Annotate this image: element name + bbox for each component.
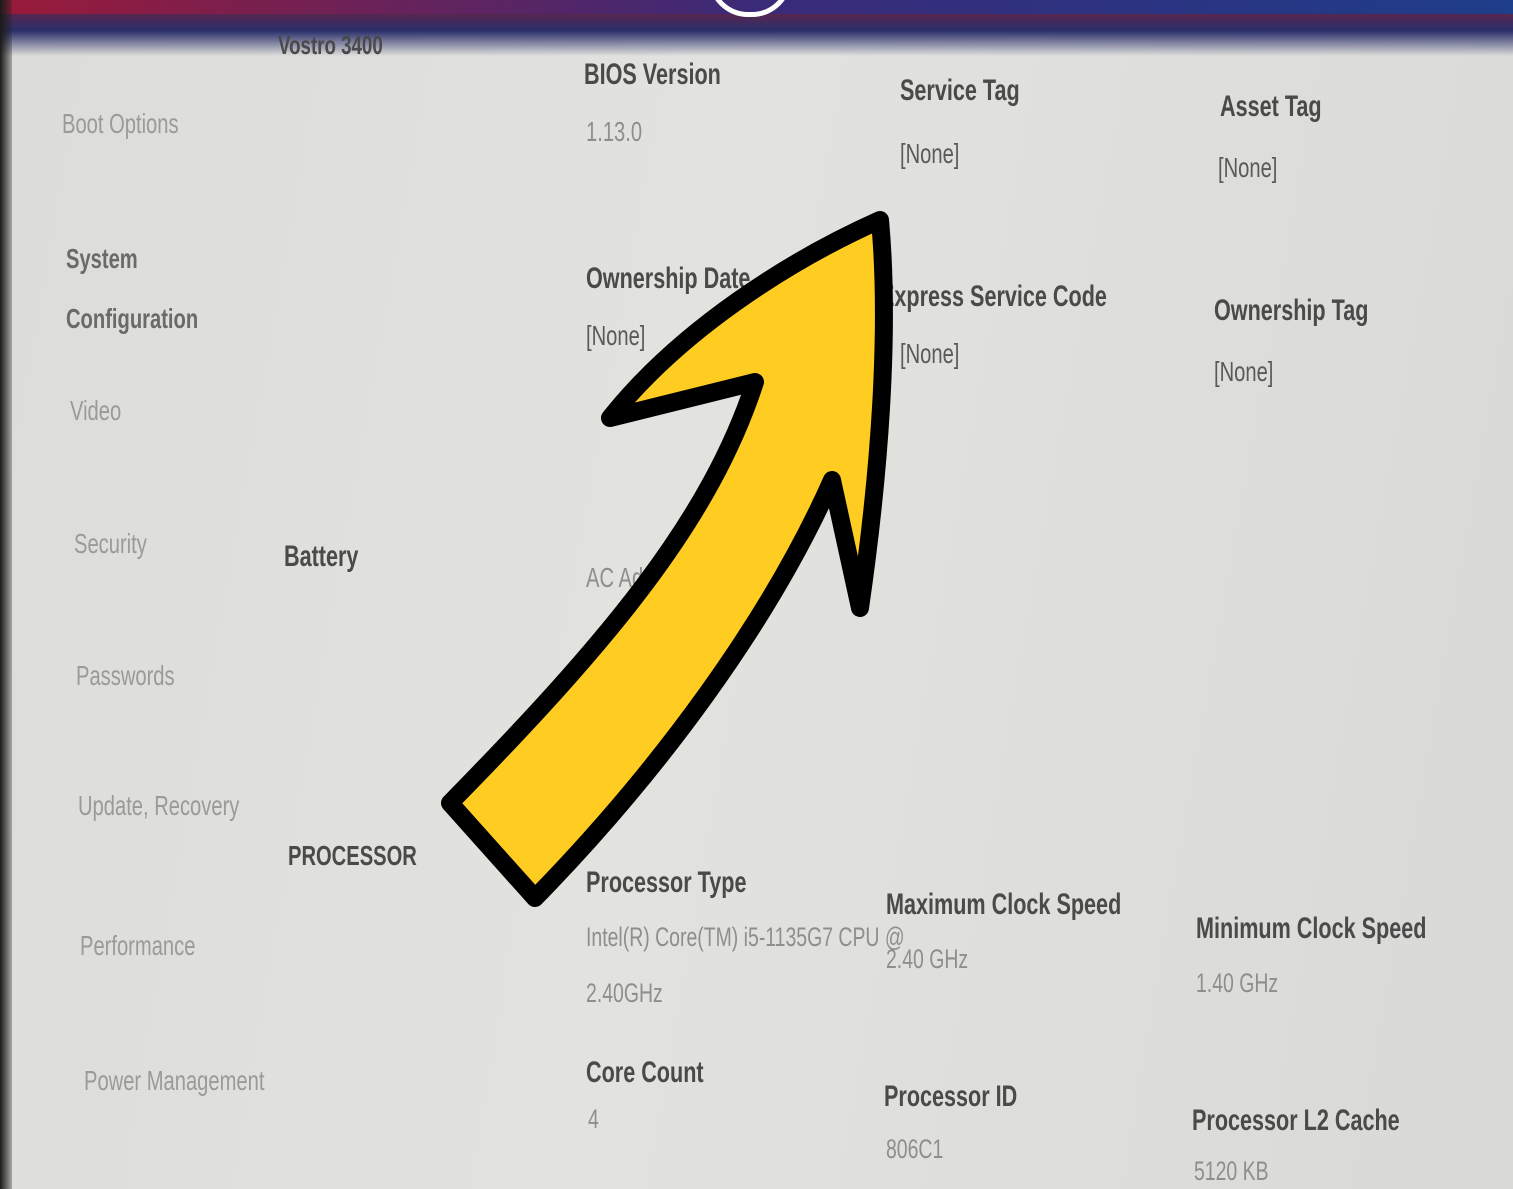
curved-arrow-icon — [441, 211, 893, 907]
bios-screen: Boot Options System Configuration Video … — [0, 0, 1513, 1189]
